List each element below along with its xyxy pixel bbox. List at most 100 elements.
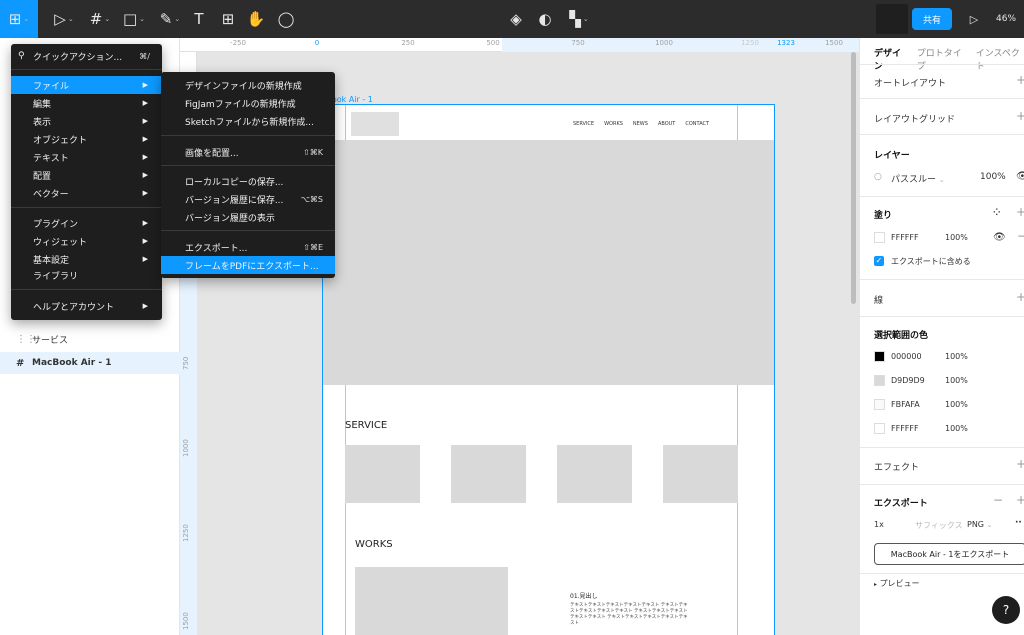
color-opacity[interactable]: 100% bbox=[945, 352, 968, 361]
format-dropdown[interactable]: PNG ⌄ bbox=[967, 520, 992, 529]
share-button[interactable]: 共有 bbox=[912, 8, 952, 30]
menu-item-vector[interactable]: ベクター ▶ bbox=[11, 184, 162, 202]
fill-opacity-value[interactable]: 100% bbox=[945, 233, 968, 242]
components-button[interactable]: ◈ bbox=[506, 0, 526, 38]
comment-tool-button[interactable]: ◯ bbox=[276, 0, 296, 38]
zoom-dropdown[interactable]: 46% bbox=[996, 0, 1024, 38]
add-layout-grid-icon[interactable]: + bbox=[1016, 109, 1024, 123]
present-button[interactable]: ▷ bbox=[964, 0, 984, 38]
layer-row[interactable]: # MacBook Air - 1 bbox=[0, 352, 180, 374]
color-swatch[interactable] bbox=[874, 399, 885, 410]
menu-item-libraries[interactable]: ライブラリ bbox=[11, 266, 162, 284]
menu-item-save-local-copy[interactable]: ローカルコピーの保存... bbox=[161, 172, 335, 190]
move-tool-button[interactable]: ▷ ⌄ bbox=[50, 0, 78, 38]
add-auto-layout-icon[interactable]: + bbox=[1016, 73, 1024, 87]
menu-item-new-design-file[interactable]: デザインファイルの新規作成 bbox=[161, 76, 335, 94]
nav-item[interactable]: WORKS bbox=[604, 121, 623, 127]
ruler-tick: 750 bbox=[571, 39, 585, 47]
remove-export-icon[interactable]: − bbox=[993, 493, 1003, 507]
add-effect-icon[interactable]: + bbox=[1016, 457, 1024, 471]
avatar[interactable] bbox=[876, 4, 908, 34]
blend-mode-dropdown[interactable]: パススルー ⌄ bbox=[891, 172, 945, 185]
pen-tool-button[interactable]: ✎ ⌄ bbox=[156, 0, 184, 38]
nav-item[interactable]: NEWS bbox=[633, 121, 648, 127]
menu-item-new-from-sketch[interactable]: Sketchファイルから新規作成... bbox=[161, 112, 335, 130]
menu-item-save-to-version-history[interactable]: バージョン履歴に保存... ⌥⌘S bbox=[161, 190, 335, 208]
hand-tool-button[interactable]: ✋ bbox=[246, 0, 266, 38]
preview-toggle[interactable]: ▸ プレビュー bbox=[874, 578, 920, 589]
theme-toggle-button[interactable]: ◐ bbox=[535, 0, 555, 38]
suffix-input[interactable]: サフィックス bbox=[915, 520, 963, 531]
tab-design[interactable]: デザイン bbox=[874, 46, 907, 72]
add-fill-icon[interactable]: + bbox=[1016, 205, 1024, 219]
menu-item-show-version-history[interactable]: バージョン履歴の表示 bbox=[161, 208, 335, 226]
color-hex[interactable]: 000000 bbox=[891, 352, 922, 361]
color-opacity[interactable]: 100% bbox=[945, 424, 968, 433]
service-card[interactable] bbox=[663, 445, 738, 503]
menu-item-export-frames-to-pdf[interactable]: フレームをPDFにエクスポート... bbox=[161, 256, 335, 274]
menu-item-export[interactable]: エクスポート... ⇧⌘E bbox=[161, 238, 335, 256]
visibility-eye-icon[interactable]: 👁 bbox=[1016, 171, 1024, 182]
menu-item-view[interactable]: 表示 ▶ bbox=[11, 112, 162, 130]
menu-item-object[interactable]: オブジェクト ▶ bbox=[11, 130, 162, 148]
menu-item-plugins[interactable]: プラグイン ▶ bbox=[11, 214, 162, 232]
layer-opacity-value[interactable]: 100% bbox=[980, 172, 1006, 182]
main-menu-button[interactable]: ⊞ ⌄ bbox=[0, 0, 38, 38]
menu-item-label: デザインファイルの新規作成 bbox=[185, 81, 302, 92]
color-hex[interactable]: FBFAFA bbox=[891, 400, 920, 409]
layer-row[interactable]: ⋮⋮ サービス bbox=[0, 328, 180, 350]
shape-tool-button[interactable]: □ ⌄ bbox=[120, 0, 148, 38]
tab-inspect[interactable]: インスペクト bbox=[976, 46, 1024, 72]
remove-fill-icon[interactable]: − bbox=[1017, 229, 1024, 243]
menu-item-arrange[interactable]: 配置 ▶ bbox=[11, 166, 162, 184]
works-image-placeholder[interactable] bbox=[355, 567, 508, 635]
color-opacity[interactable]: 100% bbox=[945, 400, 968, 409]
menu-item-new-figjam-file[interactable]: FigJamファイルの新規作成 bbox=[161, 94, 335, 112]
service-heading[interactable]: SERVICE bbox=[345, 420, 387, 431]
color-swatch[interactable] bbox=[874, 351, 885, 362]
menu-item-help[interactable]: ヘルプとアカウント ▶ bbox=[11, 297, 162, 315]
menu-item-place-image[interactable]: 画像を配置... ⇧⌘K bbox=[161, 143, 335, 161]
color-swatch[interactable] bbox=[874, 423, 885, 434]
works-item-heading[interactable]: 01.見出し bbox=[570, 591, 598, 600]
hero-image-placeholder[interactable] bbox=[323, 140, 774, 385]
nav-item[interactable]: SERVICE bbox=[573, 121, 594, 127]
canvas-scrollbar[interactable] bbox=[851, 52, 856, 304]
color-hex[interactable]: D9D9D9 bbox=[891, 376, 925, 385]
text-tool-button[interactable]: T bbox=[190, 0, 208, 38]
logo-placeholder[interactable] bbox=[351, 112, 399, 136]
export-frame-button[interactable]: MacBook Air - 1をエクスポート bbox=[874, 543, 1024, 565]
service-card[interactable] bbox=[557, 445, 632, 503]
menu-item-quick-action[interactable]: ⚲ クイックアクション... ⌘/ bbox=[11, 47, 162, 65]
service-card[interactable] bbox=[451, 445, 526, 503]
menu-item-text[interactable]: テキスト ▶ bbox=[11, 148, 162, 166]
add-stroke-icon[interactable]: + bbox=[1016, 290, 1024, 304]
nav-item[interactable]: CONTACT bbox=[685, 121, 709, 127]
fill-hex-value[interactable]: FFFFFF bbox=[891, 233, 919, 242]
tab-prototype[interactable]: プロトタイプ bbox=[917, 46, 966, 72]
menu-item-file[interactable]: ファイル ▶ bbox=[11, 76, 162, 94]
frame-macbook-air[interactable]: SERVICE WORKS NEWS ABOUT CONTACT SERVICE… bbox=[322, 104, 775, 635]
works-item-text[interactable]: テキストテキストテキストテキストテキスト テキストテキストテキストテキストテキス… bbox=[570, 603, 690, 627]
color-swatch[interactable] bbox=[874, 375, 885, 386]
chevron-down-icon: ⌄ bbox=[174, 15, 181, 23]
menu-item-edit[interactable]: 編集 ▶ bbox=[11, 94, 162, 112]
color-opacity[interactable]: 100% bbox=[945, 376, 968, 385]
add-export-icon[interactable]: + bbox=[1016, 493, 1024, 507]
service-card[interactable] bbox=[345, 445, 420, 503]
resources-button[interactable]: ⊞ bbox=[218, 0, 238, 38]
include-in-export-checkbox[interactable]: ✓ bbox=[874, 256, 884, 266]
menu-item-widgets[interactable]: ウィジェット ▶ bbox=[11, 232, 162, 250]
frame-tool-button[interactable]: # ⌄ bbox=[86, 0, 114, 38]
share-options-button[interactable]: ▚ ⌄ bbox=[565, 0, 593, 38]
more-options-icon[interactable]: ·· bbox=[1015, 518, 1022, 528]
chevron-down-icon: ⌄ bbox=[938, 176, 945, 184]
nav-item[interactable]: ABOUT bbox=[658, 121, 675, 127]
works-heading[interactable]: WORKS bbox=[355, 539, 393, 550]
help-button[interactable]: ? bbox=[992, 596, 1020, 624]
export-scale-value[interactable]: 1x bbox=[874, 520, 884, 529]
fill-swatch[interactable] bbox=[874, 232, 885, 243]
color-hex[interactable]: FFFFFF bbox=[891, 424, 919, 433]
style-grid-icon[interactable]: ⁘ bbox=[993, 208, 1001, 218]
fill-visibility-eye-icon[interactable]: 👁 bbox=[993, 232, 1006, 243]
